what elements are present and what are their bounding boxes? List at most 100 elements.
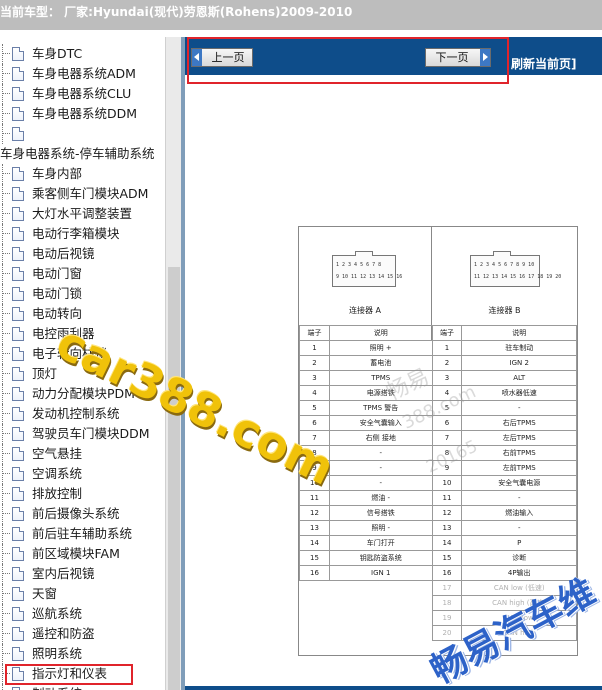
table-row: 10-10 安全气囊电源 [299,475,577,491]
tree-item[interactable]: 车身电器系统DDM [0,104,165,124]
connector-a-pins-row2: 9 10 11 12 13 14 15 16 [336,274,403,280]
tree-item-label: 电动转向 [32,306,83,321]
table-cell: 12 [431,505,463,521]
tree-item[interactable]: 前区域模块FAM [0,544,165,564]
tree-item[interactable]: 电控雨刮器 [0,324,165,344]
table-row: 4 电源搭铁 4 喷水器低速 [299,385,577,401]
tree-item[interactable] [0,124,165,144]
table-cell: 照明 - [328,520,433,536]
tree-item[interactable]: 车身电器系统ADM [0,64,165,84]
current-vehicle-bar: 当前车型： 厂家:Hyundai(现代)劳恩斯(Rohens)2009-2010 [0,0,602,30]
tree-item[interactable]: 照明系统 [0,644,165,664]
document-icon [12,467,24,481]
scrollbar-thumb[interactable] [168,267,180,690]
table-cell: 12 [299,505,330,521]
sidebar-scrollbar[interactable] [165,37,181,690]
table-cell: 16 [299,565,330,581]
document-icon [12,187,24,201]
table-cell: 1 [431,340,463,356]
nav-buttons-highlight [187,37,509,84]
table-cell: 2 [431,355,463,371]
tree-item[interactable]: 车身内部 [0,164,165,184]
tree-item[interactable]: 电动门窗 [0,264,165,284]
tree-item[interactable]: 电动转向 [0,304,165,324]
tree-item-label: 电子转向柱锁 [32,346,108,361]
tree-item[interactable]: 顶灯 [0,364,165,384]
table-cell: 安全气囊输入 [328,415,433,431]
tree-item-label: 遥控和防盗 [32,626,95,641]
document-icon [12,367,24,381]
table-header-cell: 说明 [461,325,577,341]
table-row: 1 照明 +1 驻车制动 [299,340,577,356]
table-cell: 3 [431,370,463,386]
tree-item[interactable]: 前后摄像头系统 [0,504,165,524]
tree-item[interactable]: 大灯水平调整装置 [0,204,165,224]
table-cell: 安全气囊电源 [461,475,577,491]
table-row: 18 CAN high (高速) [300,595,577,611]
tree-item[interactable]: 前后驻车辅助系统 [0,524,165,544]
tree-item-label: 天窗 [32,586,58,601]
table-cell-empty [329,596,432,611]
table-cell: 诊断 [461,550,577,566]
table-cell: CAN high [461,625,577,641]
tree-item-label: 前后摄像头系统 [32,506,120,521]
table-cell: ALT [461,370,577,386]
tree-item[interactable]: 动力分配模块PDM [0,384,165,404]
document-icon [12,267,24,281]
table-header-row: 端子 说明 端子 说明 [299,325,577,341]
tree-item[interactable]: 发动机控制系统 [0,404,165,424]
document-icon [12,407,24,421]
tree-item[interactable]: 电动门锁 [0,284,165,304]
tree-item-label: 电动门窗 [32,266,83,281]
document-icon [12,347,24,361]
tree-item[interactable]: 遥控和防盗 [0,624,165,644]
refresh-page-link[interactable]: 刷新当前页] [511,55,577,72]
tree-item[interactable]: 电动后视镜 [0,244,165,264]
table-cell: 4P输出 [461,565,577,581]
connector-b-diagram: 1 2 3 4 5 6 7 8 9 10 11 12 13 14 15 16 1… [470,251,561,287]
document-icon [12,327,24,341]
tree-item[interactable]: 乘客侧车门模块ADM [0,184,165,204]
tree-item[interactable]: 排放控制 [0,484,165,504]
table-cell: 15 [431,550,463,566]
document-icon [12,627,24,641]
table-cell: - [461,400,577,416]
connector-b-pins-row2: 11 12 13 14 15 16 17 18 19 20 [474,274,562,280]
tree-item[interactable]: 空调系统 [0,464,165,484]
table-cell: 13 [299,520,330,536]
tree-item[interactable]: 驾驶员车门模块DDM [0,424,165,444]
table-row: 9-9 左前TPMS [299,460,577,476]
tree-item[interactable]: 电动行李箱模块 [0,224,165,244]
document-icon [12,307,24,321]
tree-item[interactable]: 室内后视镜 [0,564,165,584]
table-cell: - [328,445,433,461]
table-cell: 15 [299,550,330,566]
document-icon [12,127,24,141]
selected-item-highlight [5,664,133,685]
table-cell: 电源搭铁 [328,385,433,401]
tree-item[interactable]: 天窗 [0,584,165,604]
tree-item-label: 电控雨刮器 [32,326,95,341]
tree-item-label: 巡航系统 [32,606,83,621]
tree-item-label: 电动后视镜 [32,246,95,261]
table-row: 14 车门打开 14 P [299,535,577,551]
tree-item-label: 车身DTC [32,46,83,61]
table-cell-empty [329,626,432,641]
tree-item[interactable]: 车身电器系统CLU [0,84,165,104]
tree-item[interactable]: 电子转向柱锁 [0,344,165,364]
table-row: 15 钥匙防盗系统 15 诊断 [299,550,577,566]
tree-item[interactable]: 车身DTC [0,44,165,64]
tree-item-label: 顶灯 [32,366,58,381]
table-cell: 钥匙防盗系统 [328,550,433,566]
tree-item[interactable]: 巡航系统 [0,604,165,624]
table-cell: 右后TPMS [461,415,577,431]
tree-category[interactable]: 车身电器系统-停车辅助系统 [0,144,165,164]
document-icon [12,587,24,601]
table-cell: 10 [431,475,463,491]
tree-item[interactable]: 指示灯和仪表 [0,664,165,685]
document-icon [12,487,24,501]
tree-item[interactable]: 空气悬挂 [0,444,165,464]
tree-list: 车身DTC 车身电器系统ADM 车身电器系统CLU 车身电器系统DDM 车身电器系统-停… [0,44,165,690]
tree-item[interactable]: 制动系统 [0,684,165,690]
table-cell: 蓄电池 [328,355,433,371]
